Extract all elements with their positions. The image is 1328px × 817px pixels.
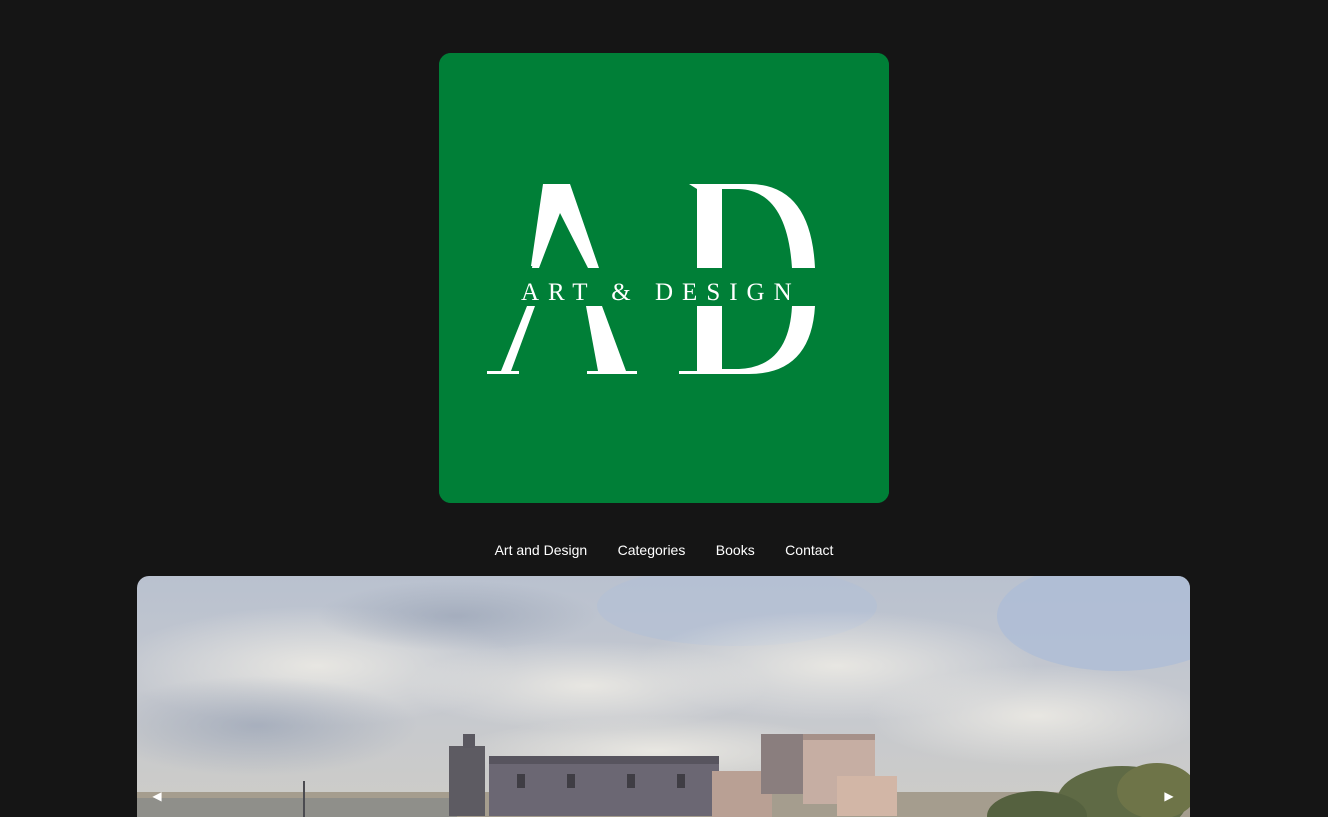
logo-tagline: ART & DESIGN [521, 279, 801, 306]
nav-item-categories[interactable]: Categories [618, 540, 686, 560]
castle-painting [137, 576, 1190, 817]
logo-artwork: ART & DESIGN [439, 53, 889, 503]
nav-item-art-and-design[interactable]: Art and Design [495, 540, 588, 560]
nav-item-contact[interactable]: Contact [785, 540, 833, 560]
main-nav: Art and Design Categories Books Contact [0, 540, 1328, 562]
nav-item-books[interactable]: Books [716, 540, 755, 560]
brand-logo[interactable]: ART & DESIGN [439, 53, 889, 503]
hero-slider-image [137, 576, 1190, 817]
slider-next-button[interactable]: ▶ [1157, 784, 1181, 808]
page: ART & DESIGN Art and Design Categories B… [0, 0, 1328, 817]
slider-prev-button[interactable]: ◀ [145, 784, 169, 808]
triangle-right-icon: ▶ [1164, 789, 1174, 803]
triangle-left-icon: ◀ [152, 789, 162, 803]
